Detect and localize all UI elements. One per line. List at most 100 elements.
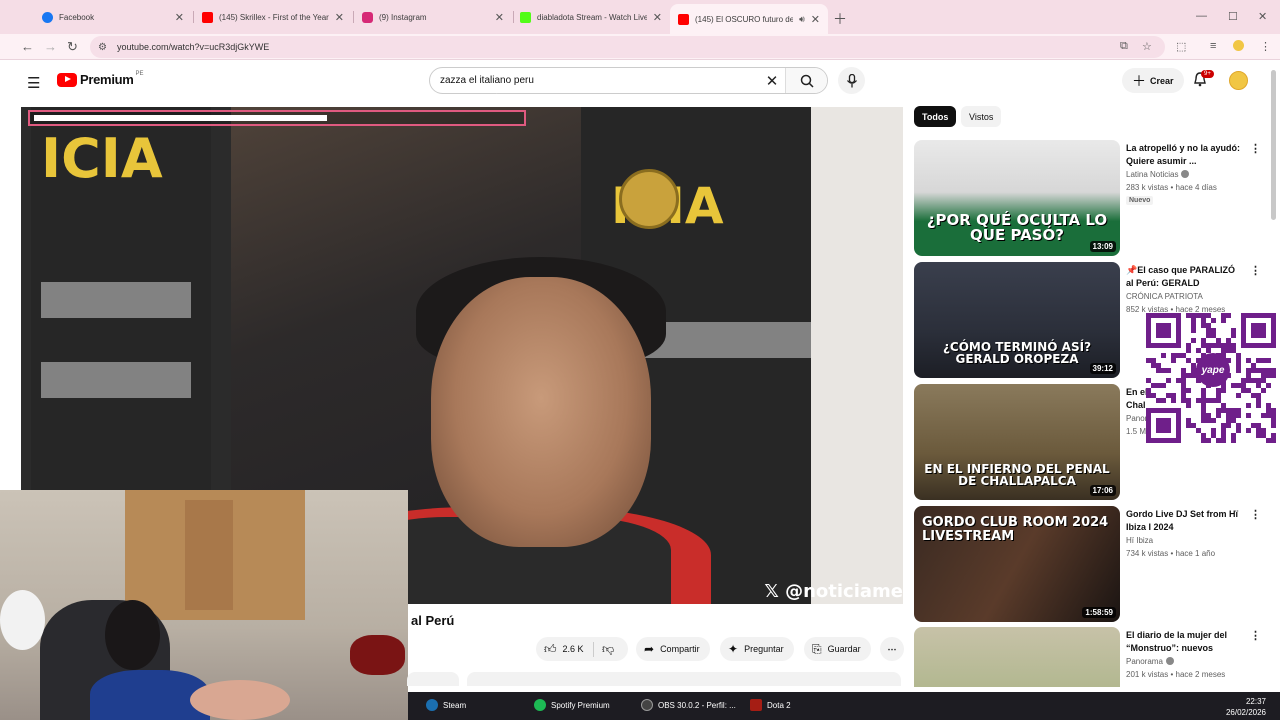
tab-skrillex[interactable]: (145) Skrillex - First of the Year ✕ xyxy=(194,6,352,28)
sparkle-icon: ✦ xyxy=(728,642,739,656)
chip-todos[interactable]: Todos xyxy=(914,106,957,127)
qr-module xyxy=(1206,323,1211,328)
clear-search-icon[interactable]: ✕ xyxy=(759,72,785,90)
create-button[interactable]: ＋ Crear xyxy=(1122,68,1184,93)
tab-instagram[interactable]: (9) Instagram ✕ xyxy=(354,6,512,28)
qr-module xyxy=(1256,378,1261,383)
duration-badge: 17:06 xyxy=(1089,485,1116,496)
tab-kick[interactable]: diabladota Stream - Watch Live ✕ xyxy=(512,6,670,28)
speaker-icon[interactable]: 🔊︎ xyxy=(799,14,805,25)
taskbar-item-obs[interactable]: OBS 30.0.2 - Perfil: ... xyxy=(641,699,736,711)
tab-title: (145) Skrillex - First of the Year xyxy=(219,12,329,22)
ask-button[interactable]: ✦ Preguntar xyxy=(720,637,794,661)
qr-module xyxy=(1251,368,1256,373)
taskbar-label: Steam xyxy=(443,700,467,710)
extensions-icon[interactable]: ⬚ xyxy=(1176,40,1186,53)
taskbar-item-steam[interactable]: Steam xyxy=(426,699,466,711)
search-button[interactable] xyxy=(785,68,827,93)
kebab-menu-icon[interactable]: ⋮ xyxy=(1250,142,1261,155)
taskbar-item-dota[interactable]: Dota 2 xyxy=(750,699,791,711)
hamburger-menu-icon[interactable]: ☰ xyxy=(27,74,40,92)
video-thumbnail[interactable]: GORDO CLUB ROOM 2024 LIVESTREAM 1:58:59 xyxy=(914,506,1120,622)
qr-module xyxy=(1211,328,1216,333)
video-thumbnail[interactable]: EN EL INFIERNO DEL PENAL DE CHALLAPALCA … xyxy=(914,384,1120,500)
close-tab-icon[interactable]: ✕ xyxy=(811,13,820,26)
qr-module xyxy=(1196,398,1201,403)
qr-module xyxy=(1266,383,1271,388)
profile-avatar-icon[interactable] xyxy=(1233,40,1244,51)
recommendation-item[interactable]: El diario de la mujer del “Monstruo”: nu… xyxy=(914,627,1264,687)
new-badge: Nuevo xyxy=(1126,196,1154,205)
close-tab-icon[interactable]: ✕ xyxy=(175,11,184,24)
thumbnail-text: GORDO CLUB ROOM 2024 LIVESTREAM xyxy=(922,515,1109,544)
kebab-menu-icon[interactable]: ⋮ xyxy=(1250,508,1261,521)
close-window-icon[interactable]: ✕ xyxy=(1258,10,1267,23)
search-input[interactable]: zazza el italiano peru xyxy=(430,75,759,86)
qr-module xyxy=(1201,413,1206,418)
new-tab-icon[interactable]: ＋ xyxy=(833,9,847,29)
share-button[interactable]: ➦ Compartir xyxy=(636,637,710,661)
more-actions-button[interactable]: ⋯ xyxy=(880,637,904,661)
steam-icon xyxy=(426,699,438,711)
reload-icon[interactable]: ↻ xyxy=(67,39,78,55)
tab-active-youtube[interactable]: (145) El OSCURO futuro de 🔊︎ ✕ xyxy=(670,4,828,34)
qr-module xyxy=(1151,383,1156,388)
qr-module xyxy=(1206,328,1211,333)
country-code: PE xyxy=(135,70,144,77)
qr-module xyxy=(1191,373,1196,378)
youtube-logo[interactable]: Premium PE xyxy=(57,70,144,87)
account-avatar[interactable] xyxy=(1229,71,1248,90)
page-scrollbar[interactable] xyxy=(1271,70,1276,220)
qr-module xyxy=(1181,388,1186,393)
kebab-menu-icon[interactable]: ⋮ xyxy=(1250,629,1261,642)
qr-module xyxy=(1251,423,1256,428)
maximize-icon[interactable]: ☐ xyxy=(1228,10,1238,23)
taskbar-item-spotify[interactable]: Spotify Premium xyxy=(534,699,610,711)
qr-module xyxy=(1251,363,1256,368)
tab-facebook[interactable]: Facebook ✕ xyxy=(34,6,192,28)
close-tab-icon[interactable]: ✕ xyxy=(335,11,344,24)
qr-module xyxy=(1201,433,1206,438)
duration-badge: 39:12 xyxy=(1089,363,1116,374)
qr-module xyxy=(1261,358,1266,363)
qr-module xyxy=(1206,333,1211,338)
qr-module xyxy=(1231,418,1236,423)
qr-module xyxy=(1221,313,1226,318)
recommendation-item[interactable]: ¿POR QUÉ OCULTA LO QUE PASÓ? 13:09 La at… xyxy=(914,140,1264,257)
save-button[interactable]: ⎘ Guardar xyxy=(804,637,871,661)
qr-module xyxy=(1251,378,1256,383)
forward-icon[interactable]: → xyxy=(44,39,57,54)
system-clock[interactable]: 22:37 26/02/2026 xyxy=(1226,696,1266,718)
video-thumbnail[interactable]: ¿POR QUÉ OCULTA LO QUE PASÓ? 13:09 xyxy=(914,140,1120,256)
dislike-button[interactable]: 👎︎ xyxy=(594,642,620,657)
kebab-menu-icon[interactable]: ⋮ xyxy=(1250,264,1261,277)
video-thumbnail[interactable] xyxy=(914,627,1120,687)
qr-module xyxy=(1181,353,1186,358)
menu-kebab-icon[interactable]: ⋮ xyxy=(1260,40,1271,53)
install-app-icon[interactable]: ⧉ xyxy=(1120,40,1128,53)
duration-badge: 13:09 xyxy=(1089,241,1116,252)
close-tab-icon[interactable]: ✕ xyxy=(653,11,662,24)
qr-module xyxy=(1181,398,1186,403)
address-bar[interactable]: ⚙ youtube.com/watch?v=ucR3djGkYWE xyxy=(90,36,1165,58)
site-info-icon[interactable]: ⚙ xyxy=(98,42,107,53)
back-icon[interactable]: ← xyxy=(21,39,34,54)
qr-module xyxy=(1211,428,1216,433)
description-box[interactable] xyxy=(467,672,901,686)
qr-module xyxy=(1256,358,1261,363)
like-button[interactable]: 👍︎ 2.6 K xyxy=(536,641,594,657)
recommendation-item[interactable]: GORDO CLUB ROOM 2024 LIVESTREAM 1:58:59 … xyxy=(914,506,1264,623)
qr-module xyxy=(1226,418,1231,423)
chip-vistos[interactable]: Vistos xyxy=(961,106,1002,127)
video-thumbnail[interactable]: ¿CÓMO TERMINÓ ASÍ? GERALD OROPEZA 39:12 xyxy=(914,262,1120,378)
tab-title: Facebook xyxy=(59,12,95,22)
qr-module xyxy=(1231,433,1236,438)
minimize-icon[interactable]: — xyxy=(1196,10,1207,22)
bookmark-star-icon[interactable]: ☆ xyxy=(1142,40,1152,53)
youtube-header: ☰ Premium PE zazza el italiano peru ✕ ＋ … xyxy=(0,61,1280,101)
media-controls-icon[interactable]: ≡ xyxy=(1210,40,1216,52)
qr-module xyxy=(1196,428,1201,433)
close-tab-icon[interactable]: ✕ xyxy=(495,11,504,24)
voice-search-button[interactable] xyxy=(838,67,865,94)
qr-module xyxy=(1166,368,1171,373)
